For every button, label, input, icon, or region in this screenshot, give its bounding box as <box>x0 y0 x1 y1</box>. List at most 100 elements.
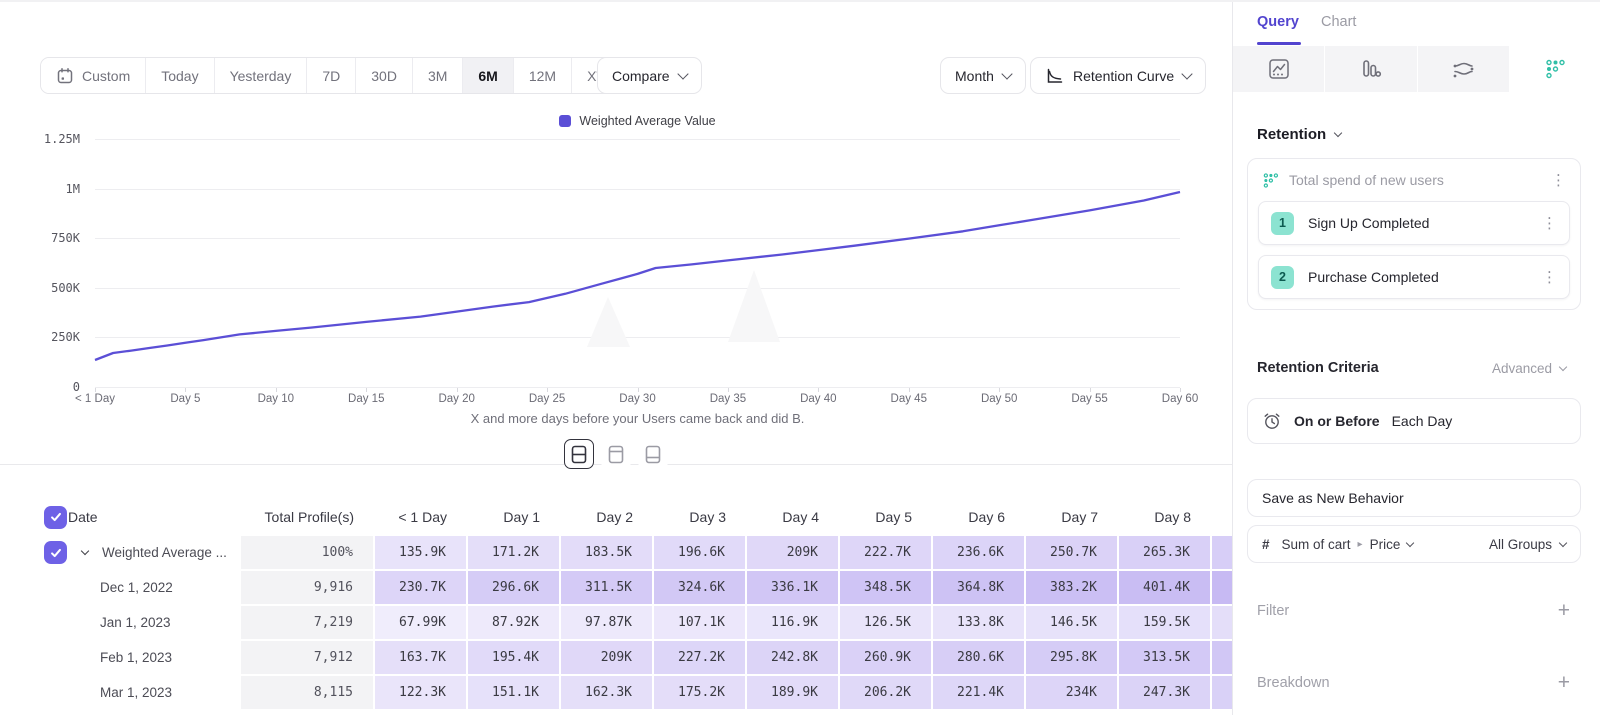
retention-value-cell: 221.4K <box>932 675 1025 710</box>
query-panel: Query Chart <box>1232 2 1600 715</box>
step-event-label: Sign Up Completed <box>1308 215 1528 231</box>
x-axis-tick-label: Day 5 <box>149 393 221 405</box>
retention-value-cell: 175.2K <box>653 675 746 710</box>
retention-value-cell: 206.2K <box>839 675 932 710</box>
kebab-menu-icon[interactable]: ⋮ <box>1542 270 1557 285</box>
retention-dots-icon[interactable] <box>1510 46 1600 92</box>
row-label[interactable]: Feb 1, 2023 <box>68 640 240 675</box>
column-header[interactable]: < 1 Day <box>374 499 467 535</box>
x-axis-tick-label: Day 30 <box>602 393 674 405</box>
chevron-down-icon <box>1559 538 1567 546</box>
retention-value-cell: 265.3K <box>1118 535 1211 570</box>
x-axis-tick <box>728 388 729 392</box>
range-12m[interactable]: 12M <box>514 58 572 93</box>
tab-chart[interactable]: Chart <box>1321 14 1356 30</box>
range-3m[interactable]: 3M <box>413 58 463 93</box>
range-yesterday[interactable]: Yesterday <box>215 58 308 93</box>
expand-chevron-icon[interactable] <box>81 547 89 555</box>
retention-value-cell: 250.7K <box>1025 535 1118 570</box>
groups-dropdown[interactable]: All Groups <box>1489 537 1566 552</box>
add-filter-button[interactable]: + <box>1558 600 1570 621</box>
behavior-step[interactable]: 2Purchase Completed⋮ <box>1258 255 1570 299</box>
row-label[interactable]: Mar 1, 2023 <box>68 675 240 710</box>
row-label[interactable]: Dec 1, 2022 <box>68 570 240 605</box>
range-custom[interactable]: Custom <box>41 58 146 93</box>
x-axis-tick <box>457 388 458 392</box>
retention-value-cell: 234K <box>1025 675 1118 710</box>
retention-value-cell: 97.87K <box>560 605 653 640</box>
retention-value-cell: 311.5K <box>560 570 653 605</box>
range-7d[interactable]: 7D <box>307 58 356 93</box>
retention-value-cell: 295.8K <box>1025 640 1118 675</box>
chevron-down-icon <box>1334 129 1342 137</box>
retention-value-cell: 324.6K <box>653 570 746 605</box>
x-axis-tick <box>95 388 96 392</box>
row-checkbox-checked[interactable] <box>44 541 67 564</box>
x-axis-tick-label: Day 55 <box>1054 393 1126 405</box>
report-type-dropdown[interactable]: Retention <box>1257 126 1341 143</box>
filter-section: Filter + <box>1257 600 1570 621</box>
bottom-panel-icon[interactable] <box>638 439 668 469</box>
column-header[interactable]: Date <box>68 499 240 535</box>
column-header[interactable]: Day 6 <box>932 499 1025 535</box>
total-profiles-cell: 100% <box>240 535 374 570</box>
x-axis-tick-label: Day 45 <box>873 393 945 405</box>
column-header[interactable]: Day 5 <box>839 499 932 535</box>
condition-operator: On or Before <box>1294 413 1380 429</box>
header-checkbox-cell <box>0 499 68 535</box>
row-checkbox-cell <box>0 675 68 710</box>
x-axis-tick-label: Day 40 <box>782 393 854 405</box>
y-axis-tick-label: 500K <box>0 281 80 295</box>
advanced-dropdown[interactable]: Advanced <box>1492 361 1566 376</box>
column-header[interactable]: Day 8 <box>1118 499 1211 535</box>
tab-query[interactable]: Query <box>1257 14 1299 30</box>
row-label[interactable]: Weighted Average ... <box>68 535 240 570</box>
weighted-average-line <box>95 192 1180 360</box>
x-axis-caption: X and more days before your Users came b… <box>95 411 1180 426</box>
column-header[interactable]: Day 4 <box>746 499 839 535</box>
column-header[interactable]: Day 7 <box>1025 499 1118 535</box>
split-rows-icon[interactable] <box>564 439 594 469</box>
measure-card[interactable]: # Sum of cart ▸ Price All Groups <box>1247 525 1581 563</box>
column-header[interactable]: Day 1 <box>467 499 560 535</box>
chart-type-button[interactable]: Retention Curve <box>1030 57 1206 94</box>
save-behavior-button[interactable]: Save as New Behavior <box>1247 479 1581 517</box>
line-chart-icon[interactable] <box>1233 46 1325 92</box>
row-checkbox-checked[interactable] <box>44 506 67 529</box>
add-breakdown-button[interactable]: + <box>1558 672 1570 693</box>
range-today[interactable]: Today <box>146 58 214 93</box>
x-axis-tick-label: Day 35 <box>692 393 764 405</box>
x-axis-tick-label: Day 10 <box>240 393 312 405</box>
flow-chart-icon[interactable] <box>1418 46 1510 92</box>
retention-value-cell: 348.5K <box>839 570 932 605</box>
column-header[interactable]: Day 3 <box>653 499 746 535</box>
range-6m[interactable]: 6M <box>463 58 513 93</box>
top-panel-icon[interactable] <box>601 439 631 469</box>
behavior-step[interactable]: 1Sign Up Completed⋮ <box>1258 201 1570 245</box>
row-label[interactable]: Jan 1, 2023 <box>68 605 240 640</box>
advanced-label: Advanced <box>1492 361 1552 376</box>
total-profiles-cell: 9,916 <box>240 570 374 605</box>
kebab-menu-icon[interactable]: ⋮ <box>1542 216 1557 231</box>
table-row: Jan 1, 20237,21967.99K87.92K97.87K107.1K… <box>0 605 1232 640</box>
retention-value-cell: 146.5K <box>1025 605 1118 640</box>
kebab-menu-icon[interactable]: ⋮ <box>1551 173 1566 188</box>
criteria-row: Retention Criteria Advanced <box>1257 360 1566 376</box>
retention-value-cell <box>1211 675 1232 710</box>
bar-chart-icon[interactable] <box>1325 46 1417 92</box>
row-checkbox-cell <box>0 535 68 570</box>
measure-property-dropdown[interactable]: Sum of cart ▸ Price <box>1282 537 1477 552</box>
chevron-down-icon <box>1182 68 1193 79</box>
granularity-button[interactable]: Month <box>940 57 1026 94</box>
column-header[interactable]: Day 2 <box>560 499 653 535</box>
column-header[interactable]: Total Profile(s) <box>240 499 374 535</box>
x-axis-tick <box>1180 388 1181 392</box>
criteria-condition-card[interactable]: On or Before Each Day <box>1247 398 1581 444</box>
range-30d[interactable]: 30D <box>356 58 413 93</box>
retention-value-cell: 135.9K <box>374 535 467 570</box>
retention-value-cell: 280.6K <box>932 640 1025 675</box>
compare-button[interactable]: Compare <box>597 57 702 94</box>
breakdown-section: Breakdown + <box>1257 672 1570 693</box>
chevron-down-icon <box>1001 68 1012 79</box>
retention-value-cell: 209K <box>746 535 839 570</box>
